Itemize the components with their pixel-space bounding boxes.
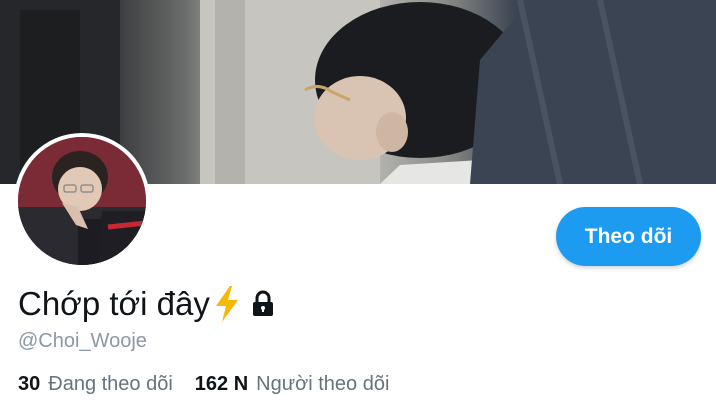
avatar[interactable]: [14, 133, 150, 269]
follow-stats: 30 Đang theo dõi 162 N Người theo dõi: [18, 371, 389, 397]
following-count: 30: [18, 372, 41, 395]
avatar-image: [18, 137, 146, 265]
profile-name-row: Chớp tới đây: [18, 282, 276, 326]
user-handle: @Choi_Wooje: [18, 330, 147, 352]
lock-icon: [252, 290, 273, 316]
avatar-photo: [18, 137, 146, 265]
followers-label: Người theo dõi: [256, 372, 390, 395]
display-name: Chớp tới đây: [18, 285, 210, 322]
followers-count: 162 N: [194, 372, 249, 395]
following-label: Đang theo dõi: [48, 372, 173, 395]
followers-stat[interactable]: 162 N Người theo dõi: [195, 373, 390, 396]
following-stat[interactable]: 30 Đang theo dõi: [18, 373, 173, 396]
follow-button[interactable]: Theo dõi: [556, 207, 701, 266]
lightning-bolt-icon: [215, 286, 238, 322]
